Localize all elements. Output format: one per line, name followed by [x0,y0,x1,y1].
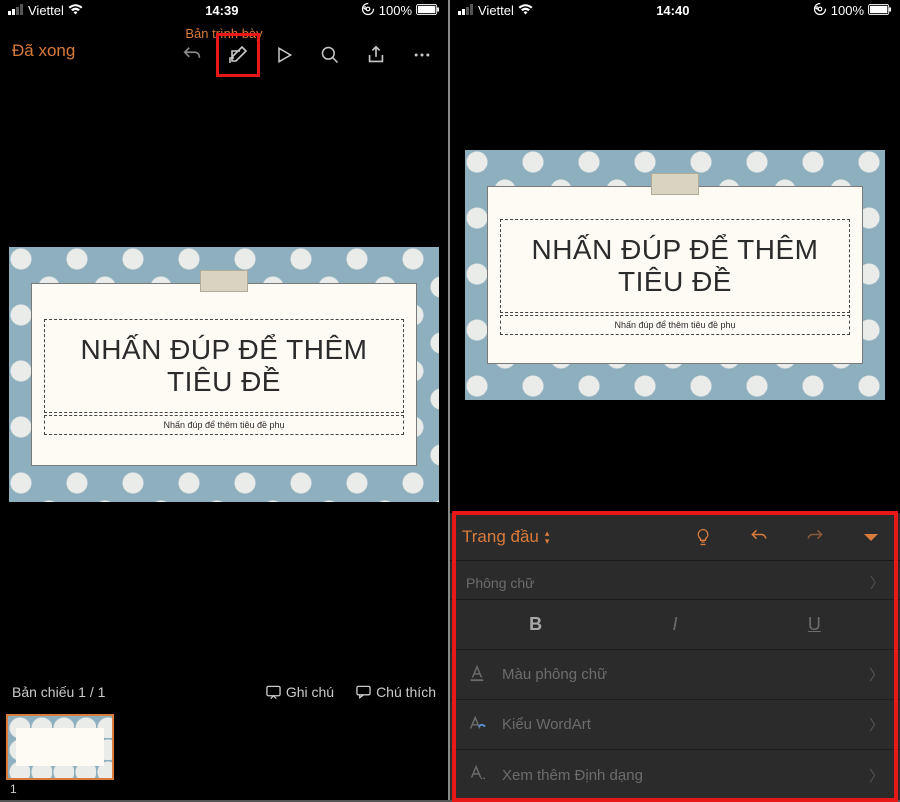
tab-selector[interactable]: Trang đầu ▴▾ [462,527,549,547]
toolbar [180,43,434,67]
wordart-icon [466,714,488,736]
wifi-icon [518,3,533,18]
slide-subtitle-placeholder[interactable]: Nhấn đúp để thêm tiêu đề phụ [44,415,404,435]
share-icon[interactable] [364,43,388,67]
more-format-icon [466,764,488,786]
clock: 14:39 [205,3,238,18]
rotation-lock-icon [813,2,827,19]
notes-button[interactable]: Ghi chú [266,684,334,700]
edit-panel: Trang đầu ▴▾ [450,513,900,800]
slide[interactable]: NHẤN ĐÚP ĐỂ THÊM TIÊU ĐỀ Nhấn đúp để thê… [9,247,439,502]
slide-canvas[interactable]: NHẤN ĐÚP ĐỂ THÊM TIÊU ĐỀ Nhấn đúp để thê… [0,75,448,674]
font-section[interactable]: Phông chữ 〉 [450,561,900,600]
font-color-icon [466,664,488,686]
battery-icon [416,3,440,18]
search-icon[interactable] [318,43,342,67]
font-color-label: Màu phông chữ [502,666,607,683]
statusbar: Viettel 14:39 100% [0,0,448,20]
font-section-label: Phông chữ [466,575,535,591]
text-style-row: B I U [450,600,900,650]
carrier-label: Viettel [28,3,64,18]
undo-icon[interactable] [180,43,204,67]
play-icon[interactable] [272,43,296,67]
slide-counter: Bản chiếu 1 / 1 [12,684,105,700]
bold-button[interactable]: B [466,614,605,635]
more-icon[interactable] [410,43,434,67]
title-card: NHẤN ĐÚP ĐỂ THÊM TIÊU ĐỀ Nhấn đúp để thê… [31,283,417,466]
battery-label: 100% [831,3,864,18]
signal-icon [458,3,474,18]
battery-icon [868,3,892,18]
comments-button[interactable]: Chú thích [356,684,436,700]
more-formatting-row[interactable]: Xem thêm Định dạng 〉 [450,750,900,800]
tab-stepper-icon: ▴▾ [545,529,550,545]
italic-button[interactable]: I [605,614,744,635]
rotation-lock-icon [361,2,375,19]
tellme-icon[interactable] [692,526,714,548]
statusbar: Viettel 14:40 100% [450,0,900,20]
wordart-row[interactable]: Kiểu WordArt 〉 [450,700,900,750]
phone-left: Viettel 14:39 100% Đã xong Bản trình bày [0,0,450,800]
thumbnail-strip[interactable]: 1 [0,710,448,800]
slide-thumb[interactable] [6,714,114,780]
redo-icon[interactable] [804,526,826,548]
slide-subtitle-placeholder[interactable]: Nhấn đúp để thêm tiêu đề phụ [500,315,850,335]
slide-title-placeholder[interactable]: NHẤN ĐÚP ĐỂ THÊM TIÊU ĐỀ [500,219,850,313]
wordart-label: Kiểu WordArt [502,716,591,733]
underline-button[interactable]: U [745,614,884,635]
chevron-right-icon: 〉 [869,714,884,735]
wifi-icon [68,3,83,18]
tab-label: Trang đầu [462,527,539,547]
ribbon-tabbar: Trang đầu ▴▾ [450,513,900,561]
chevron-right-icon: 〉 [869,664,884,685]
undo-icon[interactable] [748,526,770,548]
header: Đã xong Bản trình bày [0,20,448,75]
document-title: Bản trình bày [185,26,262,41]
carrier-label: Viettel [478,3,514,18]
slide[interactable]: NHẤN ĐÚP ĐỂ THÊM TIÊU ĐỀ Nhấn đúp để thê… [465,150,885,400]
footer-bar: Bản chiếu 1 / 1 Ghi chú Chú thích [0,674,448,710]
chevron-right-icon: 〉 [870,573,884,593]
signal-icon [8,3,24,18]
collapse-icon[interactable] [860,526,882,548]
slide-canvas[interactable]: NHẤN ĐÚP ĐỂ THÊM TIÊU ĐỀ Nhấn đúp để thê… [450,20,900,513]
edit-icon[interactable] [226,43,250,67]
done-button[interactable]: Đã xong [12,41,75,61]
title-card: NHẤN ĐÚP ĐỂ THÊM TIÊU ĐỀ Nhấn đúp để thê… [487,186,863,364]
comments-label: Chú thích [376,684,436,700]
battery-label: 100% [379,3,412,18]
font-color-row[interactable]: Màu phông chữ 〉 [450,650,900,700]
clock: 14:40 [656,3,689,18]
more-format-label: Xem thêm Định dạng [502,767,643,784]
slide-title-placeholder[interactable]: NHẤN ĐÚP ĐỂ THÊM TIÊU ĐỀ [44,319,404,413]
notes-label: Ghi chú [286,684,334,700]
thumb-index: 1 [6,782,442,796]
clip-decoration [651,173,699,195]
clip-decoration [200,270,248,292]
phone-right: Viettel 14:40 100% NHẤN ĐÚP ĐỂ THÊM TIÊU… [450,0,900,800]
chevron-right-icon: 〉 [869,765,884,786]
